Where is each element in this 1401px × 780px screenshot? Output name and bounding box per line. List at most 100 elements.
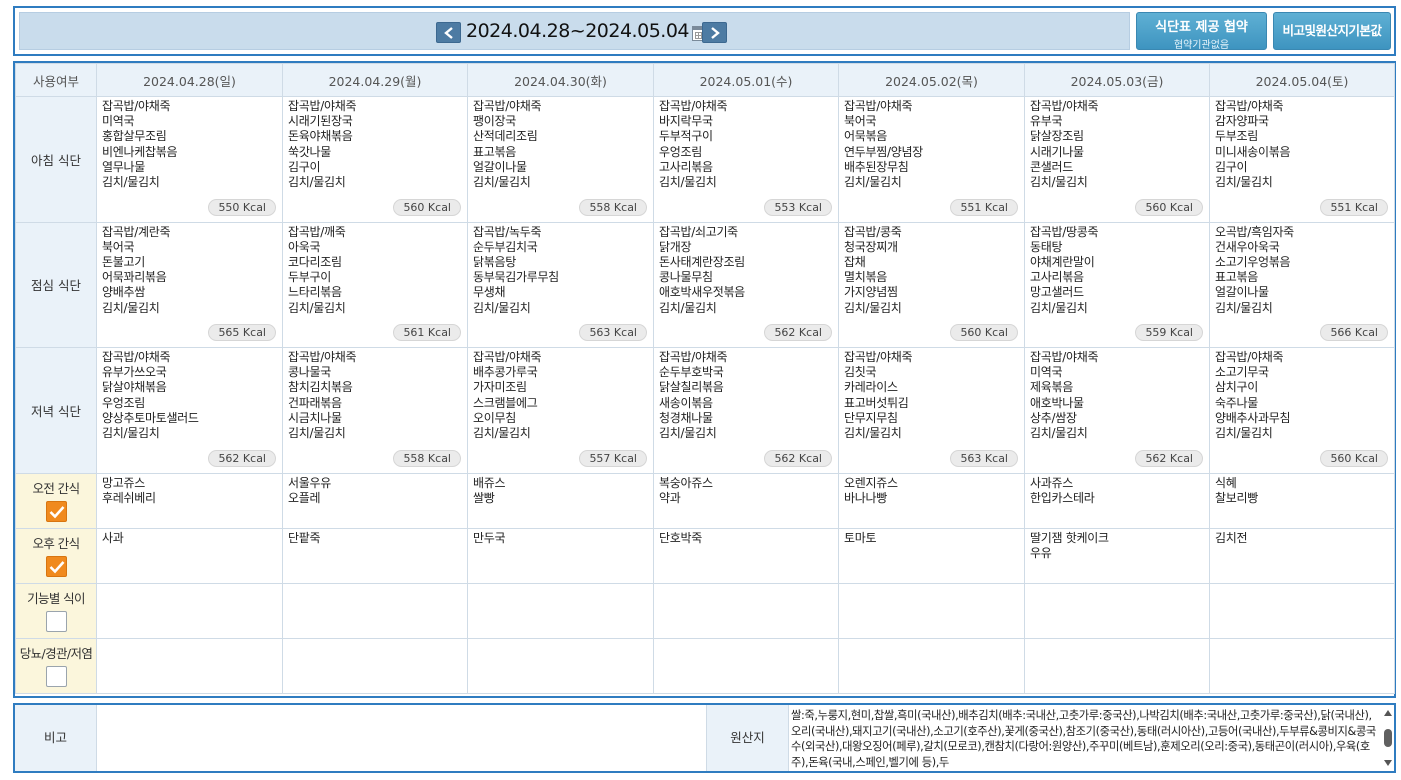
- origin-default-button[interactable]: 비고및원산지기본값: [1273, 12, 1391, 50]
- menu-item: 콩나물국: [288, 365, 331, 380]
- prev-week-button[interactable]: [436, 22, 461, 43]
- usage-checkbox[interactable]: [45, 500, 67, 522]
- snack-item: 사과쥬스: [1030, 475, 1073, 490]
- meal-cell[interactable]: 잡곡밥/야채죽 바지락무국 두부적구이 우엉조림 고사리볶음 김치/물김치 553 Kcal: [653, 96, 839, 223]
- snack-cell[interactable]: [653, 582, 839, 639]
- scroll-thumb[interactable]: [1384, 729, 1392, 747]
- snack-cell[interactable]: 복숭아쥬스 약과: [653, 472, 839, 529]
- snack-item: 김치전: [1215, 530, 1248, 545]
- menu-item: 북어국: [844, 114, 877, 129]
- meal-cell[interactable]: 잡곡밥/야채죽 순두부호박국 닭살칠리볶음 새송이볶음 청경채나물 김치/물김치 562 K…: [653, 347, 839, 474]
- menu-item: 잡채: [844, 254, 866, 269]
- snack-cell[interactable]: 배쥬스 쌀빵: [467, 472, 654, 529]
- kcal-badge: 550 Kcal: [208, 198, 276, 216]
- meal-cell[interactable]: 잡곡밥/야채죽 미역국 제육볶음 애호박나물 상추/쌈장 김치/물김치 562 Kcal: [1024, 347, 1210, 474]
- meal-cell[interactable]: 잡곡밥/야채죽 유부국 닭살장조림 시래기나물 콘샐러드 김치/물김치 560 Kcal: [1024, 96, 1210, 223]
- meal-label: 저녁 식단: [15, 347, 97, 474]
- meal-cell[interactable]: 잡곡밥/쇠고기죽 닭개장 돈사태계란장조림 콩나물무침 애호박새우젓볶음 김치/물김치 56…: [653, 221, 839, 348]
- menu-item: 콘샐러드: [1030, 159, 1073, 174]
- meal-cell[interactable]: 잡곡밥/야채죽 북어국 어묵볶음 연두부찜/양념장 배추된장무침 김치/물김치 551 Kc…: [838, 96, 1025, 223]
- snack-cell[interactable]: 오렌지쥬스 바나나빵: [838, 472, 1025, 529]
- snack-cell[interactable]: 단호박죽: [653, 527, 839, 584]
- remark-input[interactable]: [97, 705, 707, 771]
- snack-item-list: 서울우유 오플레: [288, 476, 462, 506]
- snack-cell[interactable]: 망고쥬스 후레쉬베리: [96, 472, 283, 529]
- menu-item: 김치/물김치: [1215, 300, 1273, 315]
- usage-checkbox[interactable]: [45, 555, 67, 577]
- kcal-badge: 560 Kcal: [1320, 449, 1388, 467]
- snack-cell[interactable]: 사과쥬스 한입카스테라: [1024, 472, 1210, 529]
- menu-item-list: 잡곡밥/야채죽 바지락무국 두부적구이 우엉조림 고사리볶음 김치/물김치: [659, 99, 833, 190]
- snack-cell[interactable]: [1024, 637, 1210, 694]
- chevron-right-icon: [711, 27, 720, 39]
- snack-cell[interactable]: 김치전: [1209, 527, 1395, 584]
- snack-cell[interactable]: 토마토: [838, 527, 1025, 584]
- snack-item-list: 만두국: [473, 531, 648, 546]
- snack-cell[interactable]: 딸기잼 핫케이크 우유: [1024, 527, 1210, 584]
- menu-item: 잡곡밥/야채죽: [844, 99, 913, 113]
- menu-item: 열무나물: [102, 159, 145, 174]
- menu-item: 무생채: [473, 285, 506, 300]
- meal-cell[interactable]: 오곡밥/흑임자죽 건새우아욱국 소고기우엉볶음 표고볶음 얼갈이나물 김치/물김치 566 …: [1209, 221, 1395, 348]
- scroll-up-arrow-icon[interactable]: [1384, 710, 1392, 716]
- snack-item: 토마토: [844, 530, 877, 545]
- kcal-badge: 551 Kcal: [1320, 198, 1388, 216]
- origin-textarea[interactable]: 쌀:죽,누룽지,현미,찹쌀,흑미(국내산),배추김치(배추:국내산,고춧가루:중…: [791, 708, 1381, 770]
- meal-cell[interactable]: 잡곡밥/야채죽 감자양파국 두부조림 미니새송이볶음 김구이 김치/물김치 551 Kcal: [1209, 96, 1395, 223]
- meal-cell[interactable]: 잡곡밥/야채죽 시래기된장국 돈육야채볶음 쑥갓나물 김구이 김치/물김치 560 Kcal: [282, 96, 468, 223]
- meal-cell[interactable]: 잡곡밥/계란죽 북어국 돈불고기 어묵꽈리볶음 양배추쌈 김치/물김치 565 Kcal: [96, 221, 283, 348]
- meal-cell[interactable]: 잡곡밥/야채죽 김칫국 카레라이스 표고버섯튀김 단무지무침 김치/물김치 563 Kcal: [838, 347, 1025, 474]
- snack-cell[interactable]: [282, 582, 468, 639]
- snack-cell[interactable]: [282, 637, 468, 694]
- meal-cell[interactable]: 잡곡밥/야채죽 유부가쓰오국 닭살야채볶음 우엉조림 양상추토마토샐러드 김치/물김치 56…: [96, 347, 283, 474]
- snack-cell[interactable]: 사과: [96, 527, 283, 584]
- scroll-down-arrow-icon[interactable]: [1384, 760, 1392, 766]
- snack-cell[interactable]: [467, 582, 654, 639]
- menu-item: 잡곡밥/야채죽: [1030, 350, 1099, 364]
- usage-checkbox[interactable]: [45, 610, 67, 632]
- snack-cell[interactable]: 식혜 찰보리빵: [1209, 472, 1395, 529]
- menu-contract-button[interactable]: 식단표 제공 협약 협약기관없음: [1136, 12, 1267, 51]
- menu-item: 김치/물김치: [473, 175, 531, 190]
- snack-cell[interactable]: [1209, 637, 1395, 694]
- next-week-button[interactable]: [702, 22, 727, 43]
- menu-item: 김구이: [288, 159, 321, 174]
- snack-cell[interactable]: [96, 582, 283, 639]
- snack-cell[interactable]: 서울우유 오플레: [282, 472, 468, 529]
- snack-cell[interactable]: [838, 637, 1025, 694]
- meal-cell[interactable]: 잡곡밥/야채죽 미역국 홍합살무조림 비엔나케찹볶음 열무나물 김치/물김치 550 Kca…: [96, 96, 283, 223]
- menu-item: 잡곡밥/콩죽: [844, 224, 902, 239]
- snack-item-list: 복숭아쥬스 약과: [659, 476, 833, 506]
- menu-item: 바지락무국: [659, 114, 713, 129]
- snack-cell[interactable]: 만두국: [467, 527, 654, 584]
- meal-cell[interactable]: 잡곡밥/야채죽 배추콩가루국 가자미조림 스크램블에그 오이무침 김치/물김치 557 Kc…: [467, 347, 654, 474]
- menu-item: 산적데리조림: [473, 129, 538, 144]
- menu-grid: 사용여부 2024.04.28(일) 2024.04.29(월) 2024.04.3…: [15, 63, 1395, 694]
- menu-item: 김치/물김치: [102, 426, 160, 441]
- snack-item: 단호박죽: [659, 530, 702, 545]
- snack-cell[interactable]: 단팥죽: [282, 527, 468, 584]
- meal-cell[interactable]: 잡곡밥/야채죽 팽이장국 산적데리조림 표고볶음 얼갈이나물 김치/물김치 558 Kcal: [467, 96, 654, 223]
- usage-checkbox[interactable]: [45, 665, 67, 687]
- meal-cell[interactable]: 잡곡밥/야채죽 콩나물국 참치김치볶음 건파래볶음 시금치나물 김치/물김치 558 Kca…: [282, 347, 468, 474]
- snack-cell[interactable]: [838, 582, 1025, 639]
- snack-cell[interactable]: [1209, 582, 1395, 639]
- meal-cell[interactable]: 잡곡밥/야채죽 소고기무국 삼치구이 숙주나물 양배추사과무침 김치/물김치 560 Kca…: [1209, 347, 1395, 474]
- menu-item: 표고볶음: [473, 144, 516, 159]
- snack-cell[interactable]: [653, 637, 839, 694]
- menu-item: 김치/물김치: [1215, 175, 1273, 190]
- menu-item: 잡곡밥/계란죽: [102, 224, 171, 239]
- meal-cell[interactable]: 잡곡밥/땅콩죽 동태탕 야채계란말이 고사리볶음 망고샐러드 김치/물김치 559 Kcal: [1024, 221, 1210, 348]
- snack-cell[interactable]: [96, 637, 283, 694]
- snack-cell[interactable]: [467, 637, 654, 694]
- meal-cell[interactable]: 잡곡밥/콩죽 청국장찌개 잡채 멸치볶음 가지양념찜 김치/물김치 560 Kcal: [838, 221, 1025, 348]
- menu-item: 삼치구이: [1215, 380, 1258, 395]
- origin-scrollbar[interactable]: [1383, 708, 1393, 768]
- menu-item: 잡곡밥/야채죽: [844, 350, 913, 364]
- snack-item: 찰보리빵: [1215, 490, 1258, 505]
- snack-item: 서울우유: [288, 475, 331, 490]
- menu-item: 김구이: [1215, 159, 1248, 174]
- snack-cell[interactable]: [1024, 582, 1210, 639]
- meal-cell[interactable]: 잡곡밥/녹두죽 순두부김치국 닭볶음탕 동부묵김가루무침 무생채 김치/물김치 563 Kc…: [467, 221, 654, 348]
- meal-cell[interactable]: 잡곡밥/깨죽 아욱국 코다리조림 두부구이 느타리볶음 김치/물김치 561 Kcal: [282, 221, 468, 348]
